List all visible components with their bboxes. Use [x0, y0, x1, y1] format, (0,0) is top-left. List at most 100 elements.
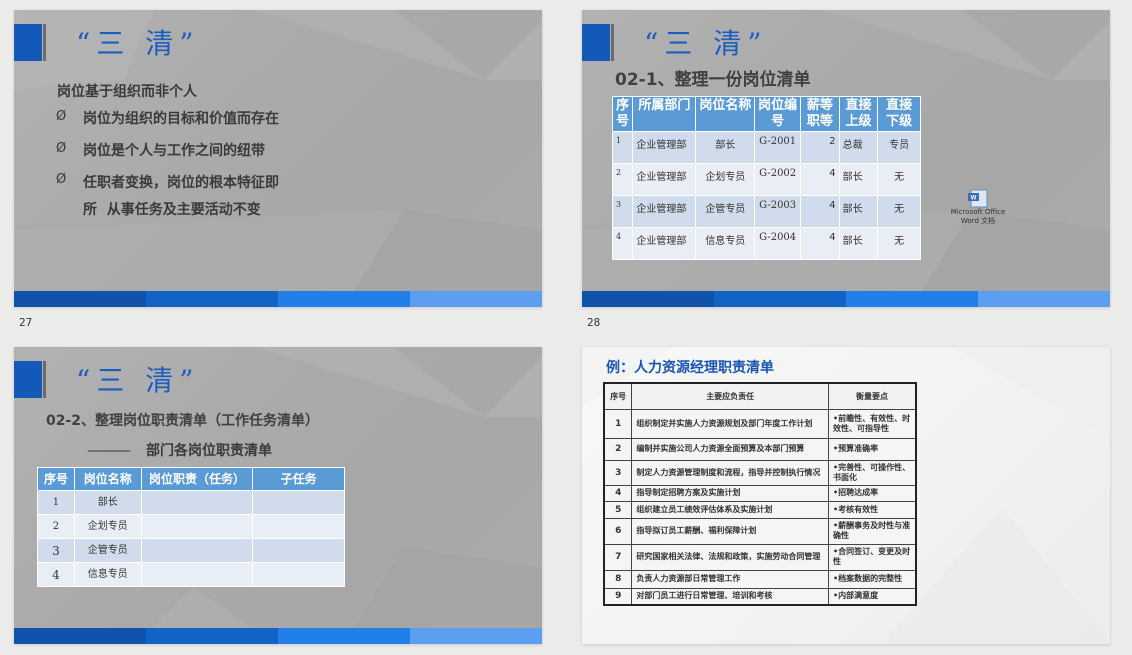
- cell-duty[interactable]: [140, 490, 254, 515]
- cell-position: 部长: [695, 131, 756, 164]
- header-cell: 岗位职责（任务）: [140, 467, 254, 491]
- table-row: 6 指导拟订员工薪酬、福利保障计划 •薪酬事务及时性与准确性: [603, 517, 917, 545]
- bullet-continuation: 所 从事任务及主要活动不变: [83, 202, 261, 218]
- header-cell: 直接下级: [877, 96, 921, 132]
- bottom-color-bar: [14, 628, 542, 644]
- cell-department: 企业管理部: [632, 195, 697, 228]
- cell-superior: 部长: [838, 227, 879, 260]
- cell-duty[interactable]: [140, 562, 254, 587]
- cell-index: 3: [611, 195, 634, 228]
- cell-index: 1: [37, 490, 75, 515]
- table-row: 1 部长: [37, 490, 345, 515]
- cell-index: 2: [37, 514, 75, 539]
- cell-responsibility: 负责人力资源部日常管理工作: [631, 569, 829, 589]
- table-row: 2 编制并实施公司人力资源全面预算及本部门预算 •预算准确率: [603, 437, 917, 461]
- cell-duty[interactable]: [140, 538, 254, 563]
- cell-measure: •完善性、可操作性、书面化: [827, 459, 917, 486]
- cell-subordinate: 无: [877, 195, 921, 228]
- table-header-row: 序号 所属部门 岗位名称 岗位编号 薪等职等 直接上级 直接下级: [611, 96, 921, 132]
- table-row: 8 负责人力资源部日常管理工作 •档案数据的完整性: [603, 569, 917, 589]
- slide-title: “三 清”: [76, 364, 200, 397]
- header-cell: 所属部门: [632, 96, 697, 132]
- slide-thumbnail-30[interactable]: 例：人力资源经理职责清单 序号 主要应负责任 衡量要点 1 组织制定并实施人力资…: [582, 347, 1110, 644]
- cell-responsibility: 对部门员工进行日常管理、培训和考核: [631, 587, 829, 606]
- table-row: 4 企业管理部 信息专员 G-2004 4 部长 无: [611, 227, 921, 260]
- cell-measure: •薪酬事务及时性与准确性: [827, 517, 917, 545]
- header-cell: 岗位名称: [695, 96, 756, 132]
- slide-number: 27: [19, 316, 33, 329]
- cell-position: 企管专员: [73, 538, 142, 563]
- bottom-color-bar: [14, 291, 542, 307]
- table-row: 1 企业管理部 部长 G-2001 2 总裁 专员: [611, 131, 921, 164]
- cell-index: 4: [603, 484, 633, 502]
- header-cell: 序号: [611, 96, 634, 132]
- table-row: 2 企业管理部 企划专员 G-2002 4 部长 无: [611, 163, 921, 196]
- bullet-icon: Ø: [56, 141, 67, 156]
- header-cell: 岗位名称: [73, 467, 142, 491]
- table-header-row: 序号 岗位名称 岗位职责（任务） 子任务: [37, 467, 345, 491]
- bullet-text: 岗位是个人与工作之间的纽带: [83, 143, 265, 159]
- cell-index: 6: [603, 517, 633, 545]
- table-row: 1 组织制定并实施人力资源规划及部门年度工作计划 •前瞻性、有效性、时效性、可指…: [603, 408, 917, 439]
- cell-index: 2: [603, 437, 633, 461]
- header-cell: 衡量要点: [827, 382, 917, 410]
- bottom-color-bar: [582, 291, 1110, 307]
- cell-code: G-2001: [754, 131, 802, 164]
- cell-index: 4: [611, 227, 634, 260]
- cell-subtask[interactable]: [252, 490, 345, 515]
- accent-divider: [611, 24, 614, 61]
- bullet-icon: Ø: [56, 109, 67, 124]
- slide-thumbnail-27[interactable]: “三 清” 岗位基于组织而非个人 Ø 岗位为组织的目标和价值而存在 Ø 岗位是个…: [14, 10, 542, 307]
- bullet-text: 任职者变换，岗位的根本特征即: [83, 175, 279, 191]
- embedded-word-object[interactable]: W Microsoft Office Word 文档: [950, 188, 1006, 226]
- word-document-icon: W: [968, 189, 988, 208]
- cell-duty[interactable]: [140, 514, 254, 539]
- blank-line: ______: [88, 436, 130, 452]
- accent-divider: [43, 24, 46, 61]
- accent-block: [582, 24, 610, 61]
- cell-subtask[interactable]: [252, 538, 345, 563]
- cell-measure: •前瞻性、有效性、时效性、可指导性: [827, 408, 917, 439]
- bullet-text: 岗位为组织的目标和价值而存在: [83, 111, 279, 127]
- cell-index: 2: [611, 163, 634, 196]
- embedded-object-label: Word 文档: [960, 217, 996, 225]
- cell-subtask[interactable]: [252, 562, 345, 587]
- table-row: 5 组织建立员工绩效评估体系及实施计划 •考核有效性: [603, 500, 917, 519]
- duty-list-table: 序号 岗位名称 岗位职责（任务） 子任务 1 部长 2 企划专员 3 企管专员: [37, 467, 345, 587]
- cell-index: 3: [603, 459, 633, 486]
- cell-measure: •招聘达成率: [827, 484, 917, 502]
- embedded-object-label: Microsoft Office: [950, 208, 1006, 216]
- cell-department: 企业管理部: [632, 227, 697, 260]
- slide-title: “三 清”: [76, 27, 200, 60]
- cell-grade: 2: [800, 131, 840, 164]
- cell-measure: •合同签订、变更及时性: [827, 543, 917, 571]
- cell-position: 信息专员: [73, 562, 142, 587]
- cell-index: 5: [603, 500, 633, 519]
- cell-department: 企业管理部: [632, 163, 697, 196]
- slide-subtitle: 02-1、整理一份岗位清单: [615, 70, 811, 90]
- table-row: 9 对部门员工进行日常管理、培训和考核 •内部满意度: [603, 587, 917, 606]
- slide-thumbnail-29[interactable]: “三 清” 02-2、整理岗位职责清单（工作任务清单） ______ 部门各岗位…: [14, 347, 542, 644]
- slide-thumbnail-28[interactable]: “三 清” 02-1、整理一份岗位清单 序号 所属部门 岗位名称 岗位编号 薪等…: [582, 10, 1110, 307]
- table-row: 7 研究国家相关法律、法规和政策，实施劳动合同管理 •合同签订、变更及时性: [603, 543, 917, 571]
- cell-superior: 总裁: [838, 131, 879, 164]
- cell-subtask[interactable]: [252, 514, 345, 539]
- slide-subheading: 部门各岗位职责清单: [146, 443, 272, 459]
- slide-title: 例：人力资源经理职责清单: [606, 360, 774, 376]
- cell-superior: 部长: [838, 195, 879, 228]
- header-cell: 主要应负责任: [631, 382, 829, 410]
- cell-position: 企划专员: [695, 163, 756, 196]
- svg-text:W: W: [971, 196, 977, 202]
- cell-code: G-2004: [754, 227, 802, 260]
- table-row: 3 制定人力资源管理制度和流程，指导并控制执行情况 •完善性、可操作性、书面化: [603, 459, 917, 486]
- cell-code: G-2003: [754, 195, 802, 228]
- cell-grade: 4: [800, 227, 840, 260]
- cell-responsibility: 编制并实施公司人力资源全面预算及本部门预算: [631, 437, 829, 461]
- slide-number: 28: [587, 316, 601, 329]
- cell-responsibility: 组织建立员工绩效评估体系及实施计划: [631, 500, 829, 519]
- table-row: 4 指导制定招聘方案及实施计划 •招聘达成率: [603, 484, 917, 502]
- slide-title: “三 清”: [644, 27, 768, 60]
- cell-position: 企划专员: [73, 514, 142, 539]
- cell-responsibility: 指导制定招聘方案及实施计划: [631, 484, 829, 502]
- bullet-icon: Ø: [56, 172, 67, 187]
